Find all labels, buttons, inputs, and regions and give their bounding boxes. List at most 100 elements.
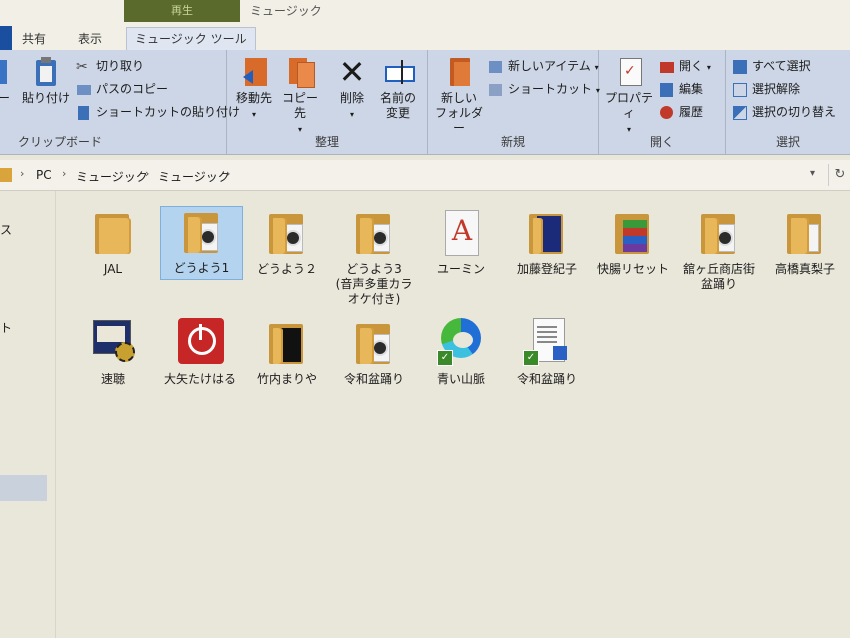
edit-label: 編集: [679, 82, 704, 96]
folder-icon: [263, 318, 311, 368]
ribbon-tab-strip: 再生 ミュージック 共有 表示 ミュージック ツール: [0, 0, 850, 50]
file-name: どうよう3 (音声多重カラオケ付き): [335, 262, 414, 306]
open-button[interactable]: 開く ▾: [659, 56, 711, 76]
properties-button[interactable]: ✓ プロパティ ▾: [601, 56, 657, 137]
delete-button[interactable]: ✕ 削除 ▾: [331, 56, 373, 122]
refresh-icon[interactable]: ↻: [828, 164, 850, 186]
new-folder-label-1: 新しい: [440, 91, 477, 105]
move-to-button[interactable]: 移動先 ▾: [231, 56, 277, 122]
file-item[interactable]: 快腸リセット: [592, 208, 674, 277]
group-label-select: 選択: [775, 135, 800, 149]
nav-selected-item[interactable]: [0, 475, 47, 501]
checkmark-icon: ✓: [523, 350, 539, 366]
breadcrumb-music-2[interactable]: ミュージック: [158, 168, 230, 185]
tab-file[interactable]: [0, 26, 12, 50]
invert-selection-icon: [732, 105, 748, 121]
delete-x-icon: ✕: [338, 53, 366, 91]
chevron-right-icon: ›: [226, 167, 231, 180]
file-item[interactable]: どうよう3 (音声多重カラオケ付き): [333, 208, 415, 307]
file-name: 竹内まりや: [256, 372, 317, 386]
folder-icon: [523, 208, 571, 258]
open-icon: [659, 59, 675, 75]
copy-to-label: コピー先: [281, 91, 318, 120]
move-to-label: 移動先: [235, 91, 272, 105]
folder-icon: [609, 208, 657, 258]
select-none-icon: [732, 82, 748, 98]
file-item[interactable]: 令和盆踊り: [333, 318, 415, 387]
copy-to-icon: [285, 56, 315, 88]
file-item[interactable]: 大矢たけはる: [159, 318, 241, 387]
group-organize: 移動先 ▾ コピー先 ▾ ✕ 削除 ▾ 名前の 変更 整理: [227, 50, 428, 154]
folder-icon: [0, 168, 12, 182]
breadcrumb-pc[interactable]: PC: [36, 168, 52, 182]
group-clipboard: ー 貼り付け ✂ 切り取り パスのコピー ショートカットの貼り付け クリップボード: [0, 50, 240, 154]
file-item[interactable]: 高橋真梨子: [764, 208, 846, 277]
address-dropdown-icon[interactable]: ▾: [810, 168, 815, 179]
new-item-button[interactable]: 新しいアイテム ▾: [488, 56, 599, 76]
rename-icon: [383, 56, 415, 88]
chevron-right-icon: ›: [20, 167, 25, 180]
file-name: JAL: [103, 262, 123, 276]
select-none-label: 選択解除: [752, 82, 801, 96]
rename-label-1: 名前の: [379, 91, 416, 105]
file-item-selected[interactable]: どうよう1: [160, 206, 243, 280]
tab-share[interactable]: 共有: [22, 28, 46, 50]
address-bar[interactable]: › PC › ミュージック › ミュージック › ▾ ↻: [0, 160, 850, 191]
file-item[interactable]: 舘ヶ丘商店街盆踊り: [678, 208, 760, 292]
invert-selection-button[interactable]: 選択の切り替え: [732, 102, 836, 122]
nav-item[interactable]: ス: [0, 221, 12, 238]
file-item[interactable]: どうよう２: [246, 208, 328, 277]
copy-path-button[interactable]: パスのコピー: [76, 79, 168, 99]
file-name: どうよう1: [173, 261, 230, 275]
breadcrumb-music-1[interactable]: ミュージック: [76, 168, 148, 185]
history-button[interactable]: 履歴: [659, 102, 703, 122]
group-new: 新しい フォルダー 新しいアイテム ▾ ショートカット ▾ 新規: [428, 50, 600, 154]
window-title: ミュージック: [250, 4, 322, 18]
file-name: 大矢たけはる: [163, 372, 236, 386]
file-name: ユーミン: [436, 262, 485, 276]
file-item[interactable]: A ユーミン: [420, 208, 502, 277]
select-all-button[interactable]: すべて選択: [732, 56, 811, 76]
chevron-right-icon: ›: [145, 167, 150, 180]
paste-shortcut-icon: [76, 105, 92, 121]
invert-selection-label: 選択の切り替え: [752, 105, 837, 119]
paste-shortcut-button[interactable]: ショートカットの貼り付け: [76, 102, 240, 122]
file-item[interactable]: 速聴: [72, 318, 154, 387]
speed-listening-app-icon: [89, 318, 137, 368]
cut-button[interactable]: ✂ 切り取り: [76, 56, 144, 76]
edit-pencil-icon: [659, 82, 675, 98]
easy-access-shortcut-button[interactable]: ショートカット ▾: [488, 79, 600, 99]
power-icon: [176, 318, 224, 368]
paste-button[interactable]: 貼り付け: [22, 56, 70, 106]
tab-view[interactable]: 表示: [78, 28, 102, 50]
select-none-button[interactable]: 選択解除: [732, 79, 800, 99]
new-folder-button[interactable]: 新しい フォルダー: [432, 56, 486, 136]
file-item[interactable]: 竹内まりや: [246, 318, 328, 387]
open-label: 開く: [679, 59, 704, 73]
group-open: ✓ プロパティ ▾ 開く ▾ 編集 履歴 開く: [599, 50, 726, 154]
scissors-icon: ✂: [76, 58, 88, 75]
file-item[interactable]: 加藤登紀子: [506, 208, 588, 277]
file-item[interactable]: ✓ 令和盆踊り: [506, 318, 588, 387]
file-item[interactable]: JAL: [72, 208, 154, 277]
file-name: 速聴: [100, 372, 125, 386]
history-icon: [659, 105, 675, 121]
file-name: 青い山脈: [436, 372, 485, 386]
tab-music-tools[interactable]: ミュージック ツール: [126, 27, 256, 50]
edge-browser-icon: ✓: [437, 318, 485, 368]
music-folder-icon: [350, 208, 398, 258]
copy-path-label: パスのコピー: [96, 82, 169, 96]
copy-icon: [0, 56, 11, 88]
edit-button[interactable]: 編集: [659, 79, 703, 99]
group-label-open: 開く: [649, 135, 674, 149]
rename-button[interactable]: 名前の 変更: [375, 56, 421, 121]
select-all-label: すべて選択: [752, 59, 811, 73]
folder-icon: [781, 208, 829, 258]
nav-item[interactable]: ト: [0, 319, 12, 336]
copy-button[interactable]: ー: [0, 56, 14, 106]
file-item[interactable]: ✓ 青い山脈: [420, 318, 502, 387]
copy-to-button[interactable]: コピー先 ▾: [277, 56, 323, 137]
music-folder-icon: [178, 207, 226, 257]
checkmark-icon: ✓: [437, 350, 453, 366]
file-name: どうよう２: [256, 262, 317, 276]
